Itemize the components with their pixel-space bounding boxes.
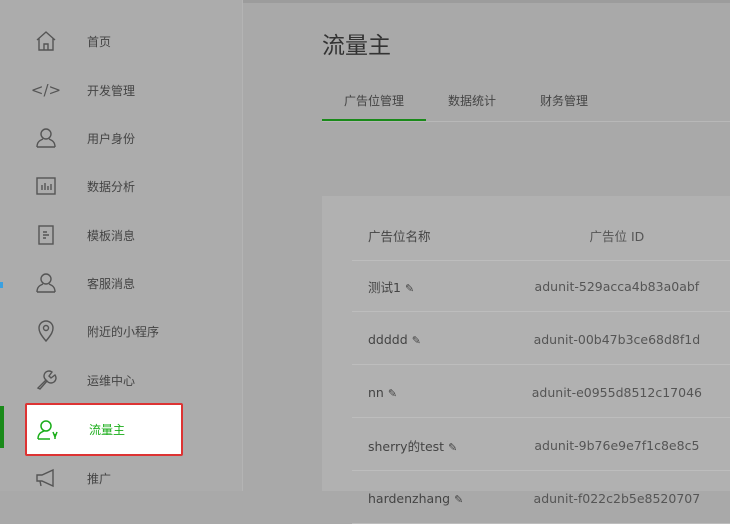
sidebar-item-label: 附近的小程序 [87,324,160,339]
sidebar-item-label: 流量主 [89,423,126,437]
sidebar-item-data[interactable]: 数据分析 [25,163,183,209]
sidebar-item-template[interactable]: 模板消息 [25,212,183,258]
edge-marker [0,282,3,288]
wrench-icon [33,367,59,393]
active-indicator [0,406,4,448]
ad-unit-name-text: nn [368,385,384,400]
megaphone-icon [33,465,59,491]
sidebar-item-label: 开发管理 [87,83,136,98]
ad-unit-id: adunit-f022c2b5e8520707 [533,491,701,506]
main-content: 流量主 广告位管理 数据统计 财务管理 广告位名称 广告位 ID 测试1 ✎ adu… [244,0,730,524]
column-header-name: 广告位名称 [368,229,431,244]
sidebar-item-ops[interactable]: 运维中心 [25,357,183,403]
ad-unit-name-text: sherry的test [368,439,445,454]
sidebar-item-label: 数据分析 [87,179,136,194]
ad-unit-name: ddddd ✎ [352,332,504,347]
ad-unit-name-text: ddddd [368,332,408,347]
ad-unit-table: 广告位名称 广告位 ID 测试1 ✎ adunit-529acca4b83a0abf… [322,196,730,524]
ad-unit-name: nn ✎ [352,385,504,400]
edit-pencil-icon[interactable]: ✎ [412,334,421,347]
sidebar-item-label: 推广 [87,471,112,486]
ad-unit-name: sherry的test ✎ [352,436,504,455]
sidebar-item-label: 用户身份 [87,131,136,146]
tab-ad-management[interactable]: 广告位管理 [322,90,427,122]
document-icon [33,222,59,248]
edit-pencil-icon[interactable]: ✎ [405,282,414,295]
sidebar-item-nearby[interactable]: 附近的小程序 [25,308,183,354]
sidebar-item-label: 运维中心 [87,373,136,388]
tab-divider [322,121,730,122]
table-header: 广告位名称 广告位 ID [352,211,730,261]
traffic-user-icon [35,417,61,443]
ad-unit-id: adunit-e0955d8512c17046 [531,385,702,400]
ad-unit-id: adunit-529acca4b83a0abf [534,279,700,294]
ad-unit-id: adunit-00b47b3ce68d8f1d [533,332,701,347]
tab-statistics[interactable]: 数据统计 [426,90,518,122]
ad-unit-id: adunit-9b76e9e7f1c8e8c5 [534,438,700,453]
tab-bar: 广告位管理 数据统计 财务管理 [322,90,610,122]
sidebar-item-label: 模板消息 [87,228,136,243]
table-row: sherry的test ✎ adunit-9b76e9e7f1c8e8c5 [352,421,730,471]
user-icon [33,125,59,151]
ad-unit-name-text: 测试1 [368,280,401,295]
sidebar-item-label: 客服消息 [87,276,136,291]
edit-pencil-icon[interactable]: ✎ [448,441,457,454]
code-icon: </> [30,81,62,99]
sidebar-item-traffic[interactable]: 流量主 [25,403,183,456]
edit-pencil-icon[interactable]: ✎ [454,493,463,506]
table-row: 测试1 ✎ adunit-529acca4b83a0abf [352,262,730,312]
table-row: nn ✎ adunit-e0955d8512c17046 [352,368,730,418]
page-title: 流量主 [322,33,391,59]
sidebar-item-home[interactable]: 首页 [25,18,183,64]
chart-icon [33,173,59,199]
location-icon [33,318,59,344]
sidebar-item-label: 首页 [87,34,112,49]
service-icon [33,270,59,296]
table-row: hardenzhang ✎ adunit-f022c2b5e8520707 [352,474,730,524]
edit-pencil-icon[interactable]: ✎ [388,387,397,400]
sidebar-item-service[interactable]: 客服消息 [25,260,183,306]
table-row: ddddd ✎ adunit-00b47b3ce68d8f1d [352,315,730,365]
sidebar: 首页 </> 开发管理 用户身份 数据分析 模板消息 客服消息 附近的小程序 运维… [0,0,243,491]
sidebar-item-dev[interactable]: </> 开发管理 [25,67,183,113]
ad-unit-name-text: hardenzhang [368,491,451,506]
sidebar-item-user[interactable]: 用户身份 [25,115,183,161]
home-icon [33,28,59,54]
ad-unit-name: 测试1 ✎ [352,277,504,296]
column-header-id: 广告位 ID [589,229,645,244]
ad-unit-name: hardenzhang ✎ [352,491,504,506]
sidebar-item-promote[interactable]: 推广 [25,455,183,501]
tab-finance[interactable]: 财务管理 [518,90,610,122]
